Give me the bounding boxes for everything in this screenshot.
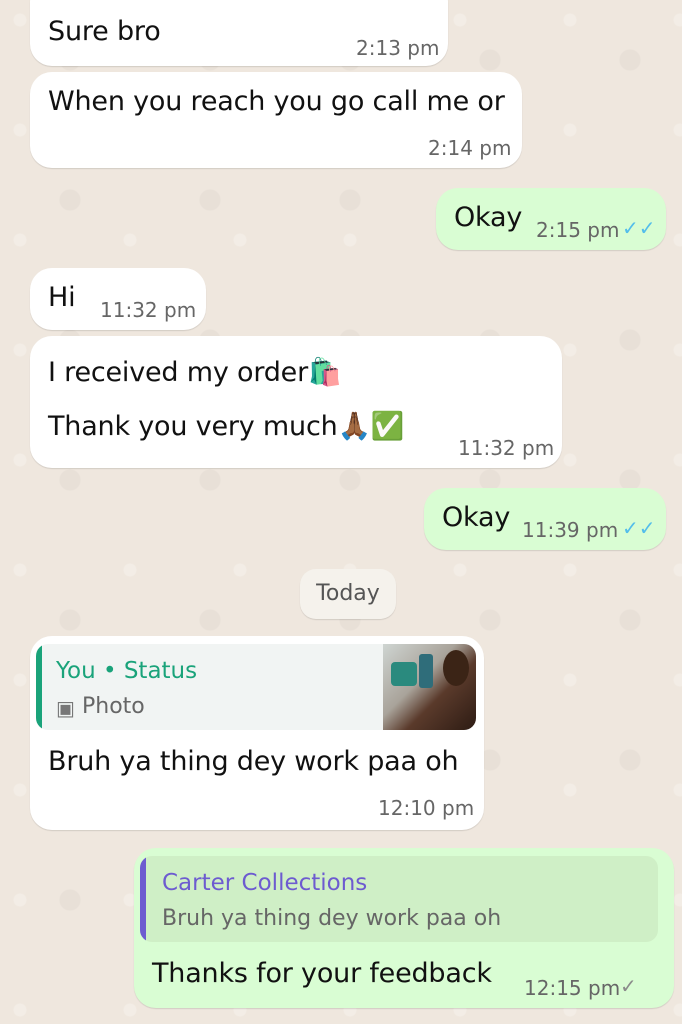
check-icon: ✓: [620, 974, 637, 998]
message-text: When you reach you go call me or: [48, 86, 505, 117]
message-text-line-2: Thank you very much🙏🏾✅: [48, 411, 405, 442]
photo-icon: ▣: [56, 696, 75, 720]
quoted-message[interactable]: Carter Collections Bruh ya thing dey wor…: [140, 856, 658, 942]
date-separator-label: Today: [316, 581, 380, 606]
message-time: 12:10 pm: [378, 796, 475, 820]
outgoing-message-with-reply[interactable]: Carter Collections Bruh ya thing dey wor…: [134, 848, 674, 1008]
message-time: 12:15 pm: [524, 976, 621, 1000]
message-text-line-1: I received my order🛍️: [48, 357, 342, 388]
incoming-message[interactable]: I received my order🛍️ Thank you very muc…: [30, 336, 562, 468]
double-check-icon: ✓✓: [622, 516, 656, 540]
message-time: 2:13 pm: [356, 36, 440, 60]
message-text: Bruh ya thing dey work paa oh: [48, 746, 459, 777]
message-time: 2:15 pm: [536, 218, 620, 242]
message-text: Hi: [48, 282, 76, 313]
message-text: Sure bro: [48, 16, 161, 47]
incoming-message-with-status-reply[interactable]: You • Status ▣ Photo Bruh ya thing dey w…: [30, 636, 484, 830]
status-photo-thumbnail: [383, 644, 476, 730]
quote-type: Photo: [82, 694, 145, 719]
quote-text: Bruh ya thing dey work paa oh: [162, 906, 502, 931]
outgoing-message[interactable]: Okay 11:39 pm ✓✓: [424, 488, 666, 550]
quote-author: Carter Collections: [162, 870, 368, 896]
message-text: Thanks for your feedback: [152, 958, 492, 989]
quote-accent-bar: [140, 856, 146, 942]
product-bottle-image: [419, 654, 433, 688]
message-time: 11:32 pm: [458, 436, 555, 460]
quote-accent-bar: [36, 644, 42, 730]
quote-author: You • Status: [56, 658, 198, 684]
person-image: [443, 650, 469, 686]
incoming-message[interactable]: When you reach you go call me or 2:14 pm: [30, 72, 522, 168]
product-jar-image: [391, 662, 417, 686]
message-text: Okay: [454, 202, 523, 233]
message-time: 2:14 pm: [428, 136, 512, 160]
quoted-status[interactable]: You • Status ▣ Photo: [36, 644, 476, 730]
double-check-icon: ✓✓: [622, 216, 656, 240]
incoming-message[interactable]: Hi 11:32 pm: [30, 268, 206, 330]
message-time: 11:32 pm: [100, 298, 197, 322]
message-text: Okay: [442, 502, 511, 533]
message-time: 11:39 pm: [522, 518, 619, 542]
outgoing-message[interactable]: Okay 2:15 pm ✓✓: [436, 188, 666, 250]
date-separator: Today: [300, 569, 396, 619]
incoming-message[interactable]: Sure bro 2:13 pm: [30, 0, 448, 66]
